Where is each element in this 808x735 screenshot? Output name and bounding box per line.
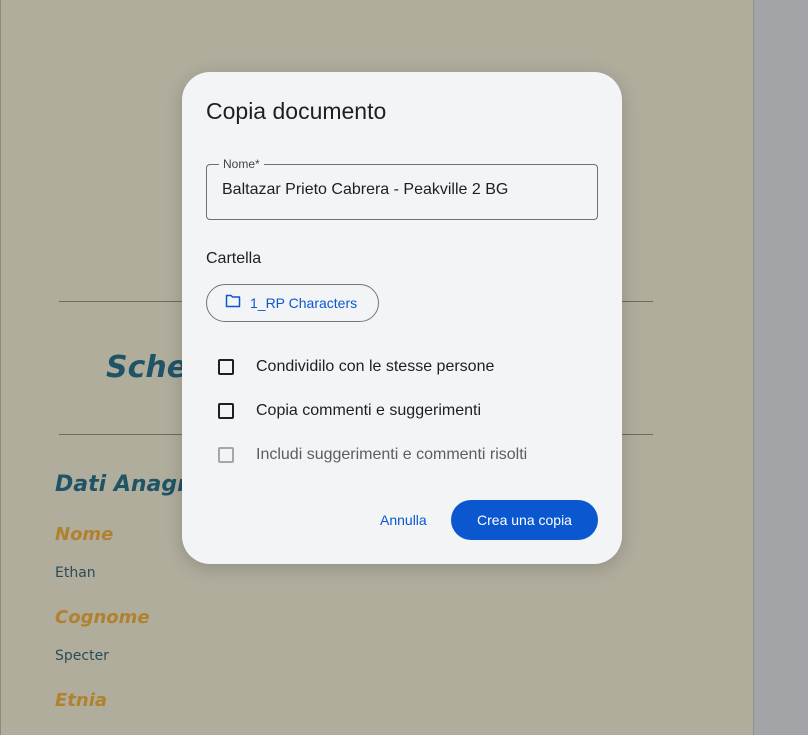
folder-icon — [225, 294, 241, 313]
folder-chip-button[interactable]: 1_RP Characters — [206, 284, 379, 322]
option-include-resolved: Includi suggerimenti e commenti risolti — [218, 446, 527, 464]
field-label-cognome: Cognome — [55, 607, 150, 628]
cancel-button[interactable]: Annulla — [372, 500, 435, 540]
field-value-nome: Ethan — [55, 565, 96, 581]
name-input[interactable] — [222, 181, 582, 199]
name-field-label: Nome* — [219, 157, 264, 171]
create-copy-button[interactable]: Crea una copia — [451, 500, 598, 540]
option-label-copy-comments: Copia commenti e suggerimenti — [256, 402, 481, 419]
field-label-nome: Nome — [55, 524, 114, 545]
checkbox-share[interactable] — [218, 359, 234, 375]
option-copy-comments[interactable]: Copia commenti e suggerimenti — [218, 402, 481, 420]
folder-heading: Cartella — [206, 250, 262, 267]
dialog-title: Copia documento — [206, 98, 387, 124]
option-label-share: Condividilo con le stesse persone — [256, 358, 495, 375]
field-label-etnia: Etnia — [55, 690, 108, 711]
name-field[interactable]: Nome* — [206, 157, 598, 220]
folder-chip-label: 1_RP Characters — [250, 295, 358, 311]
copy-document-dialog: Copia documento Nome* Cartella 1_RP Char… — [182, 72, 622, 564]
field-value-cognome: Specter — [55, 648, 109, 664]
side-panel-background — [753, 0, 808, 735]
option-share-same-people[interactable]: Condividilo con le stesse persone — [218, 358, 494, 376]
option-label-include-resolved: Includi suggerimenti e commenti risolti — [256, 446, 528, 463]
checkbox-copy-comments[interactable] — [218, 403, 234, 419]
checkbox-include-resolved — [218, 447, 234, 463]
